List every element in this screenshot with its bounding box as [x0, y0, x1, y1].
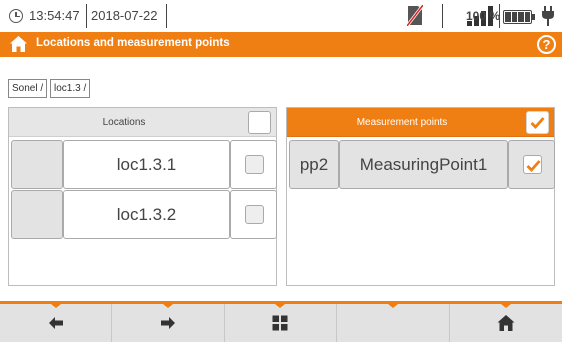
home-button[interactable]: [450, 304, 562, 342]
locations-panel-title: Locations: [102, 117, 146, 128]
power-plug-icon: [542, 6, 554, 26]
measurement-points-panel: Measurement points pp2 MeasuringPoint1: [286, 107, 555, 286]
measurement-point-id-label: pp2: [299, 155, 329, 174]
grid-menu-icon: [272, 315, 288, 331]
select-all-locations-checkbox[interactable]: [248, 111, 271, 134]
checkmark-icon: [526, 160, 541, 173]
back-button[interactable]: [0, 304, 113, 342]
locations-panel-header: Locations: [9, 108, 276, 137]
location-label: loc1.3.1: [116, 155, 177, 174]
location-expand-button[interactable]: [11, 190, 63, 239]
help-icon[interactable]: ?: [537, 35, 556, 54]
page-title: Locations and measurement points: [36, 37, 230, 49]
title-bar: Locations and measurement points ?: [0, 32, 562, 57]
location-checkbox-cell[interactable]: [230, 190, 277, 239]
battery-icon: [503, 10, 535, 24]
battery-percent: 100 %: [466, 9, 501, 23]
empty-toolbar-button[interactable]: [337, 304, 450, 342]
checkmark-icon: [530, 117, 545, 130]
location-item[interactable]: loc1.3.1: [63, 140, 230, 189]
location-checkbox[interactable]: [245, 205, 264, 224]
location-label: loc1.3.2: [116, 205, 177, 224]
home-icon[interactable]: [10, 36, 27, 52]
select-all-points-checkbox[interactable]: [526, 111, 549, 134]
breadcrumb-item-loc1-3[interactable]: loc1.3 /: [50, 79, 91, 98]
measurement-points-panel-header: Measurement points: [287, 108, 554, 137]
measurement-point-item[interactable]: MeasuringPoint1: [339, 140, 508, 189]
arrow-right-icon: [161, 317, 176, 329]
location-expand-button[interactable]: [11, 140, 63, 189]
menu-button[interactable]: [225, 304, 338, 342]
measurement-point-id[interactable]: pp2: [289, 140, 339, 189]
locations-panel: Locations loc1.3.1 loc1.3.2: [8, 107, 277, 286]
measurement-point-label: MeasuringPoint1: [359, 155, 488, 174]
arrow-left-icon: [48, 317, 63, 329]
breadcrumb-item-sonel[interactable]: Sonel /: [8, 79, 48, 98]
location-item[interactable]: loc1.3.2: [63, 190, 230, 239]
home-icon: [497, 315, 515, 331]
forward-button[interactable]: [112, 304, 225, 342]
location-checkbox-cell[interactable]: [230, 140, 277, 189]
measurement-points-panel-title: Measurement points: [356, 117, 448, 128]
measurement-point-checkbox[interactable]: [523, 155, 542, 174]
location-checkbox[interactable]: [245, 155, 264, 174]
measurement-point-checkbox-cell[interactable]: [508, 140, 555, 189]
status-right-group: 100 %: [0, 0, 562, 32]
bottom-toolbar: [0, 301, 562, 342]
